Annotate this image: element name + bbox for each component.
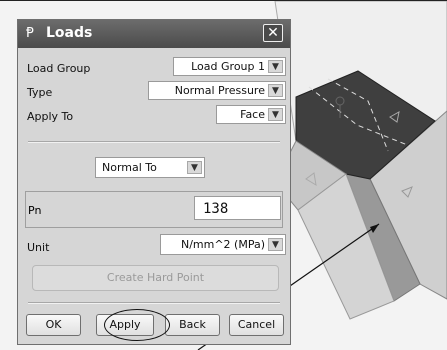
unit-label: Unit [27, 241, 50, 254]
back-button[interactable]: Back [165, 314, 220, 336]
chevron-down-icon: ▼ [268, 84, 283, 97]
chevron-down-icon: ▼ [268, 238, 283, 251]
chevron-down-icon: ▼ [187, 161, 202, 174]
model-viewport[interactable]: Ᵽ Loads ✕ Load Group Load Group 1 ▼ Type… [0, 0, 447, 350]
apply-highlight-oval [104, 309, 170, 341]
divider [28, 302, 280, 304]
type-label: Type [27, 86, 53, 99]
loads-dialog: Ᵽ Loads ✕ Load Group Load Group 1 ▼ Type… [17, 19, 291, 345]
load-group-label: Load Group [27, 62, 91, 75]
type-select[interactable]: Normal Pressure ▼ [148, 81, 286, 100]
unit-value: N/mm^2 (MPa) [180, 238, 265, 251]
unit-select[interactable]: N/mm^2 (MPa) ▼ [160, 234, 286, 255]
apply-to-label: Apply To [27, 110, 74, 123]
pn-input[interactable]: 138 [194, 196, 281, 220]
dialog-title-bar: Ᵽ Loads ✕ [18, 20, 290, 48]
direction-value: Normal To [102, 161, 157, 174]
close-icon: ✕ [267, 25, 279, 41]
apply-to-select[interactable]: Face ▼ [216, 105, 286, 124]
load-group-select[interactable]: Load Group 1 ▼ [173, 57, 286, 76]
create-hard-point-button: Create Hard Point [32, 265, 279, 291]
divider [28, 141, 280, 143]
chevron-down-icon: ▼ [268, 108, 283, 121]
type-value: Normal Pressure [174, 84, 265, 97]
apply-to-value: Face [240, 108, 265, 121]
chevron-down-icon: ▼ [268, 60, 283, 73]
loads-icon: Ᵽ [26, 26, 34, 41]
close-button[interactable]: ✕ [263, 24, 283, 42]
load-group-value: Load Group 1 [191, 60, 265, 73]
cancel-button[interactable]: Cancel [229, 314, 284, 336]
pn-label: Pn [28, 204, 42, 217]
direction-select[interactable]: Normal To ▼ [95, 157, 205, 178]
ok-button[interactable]: OK [26, 314, 81, 336]
dialog-title: Loads [46, 25, 93, 41]
